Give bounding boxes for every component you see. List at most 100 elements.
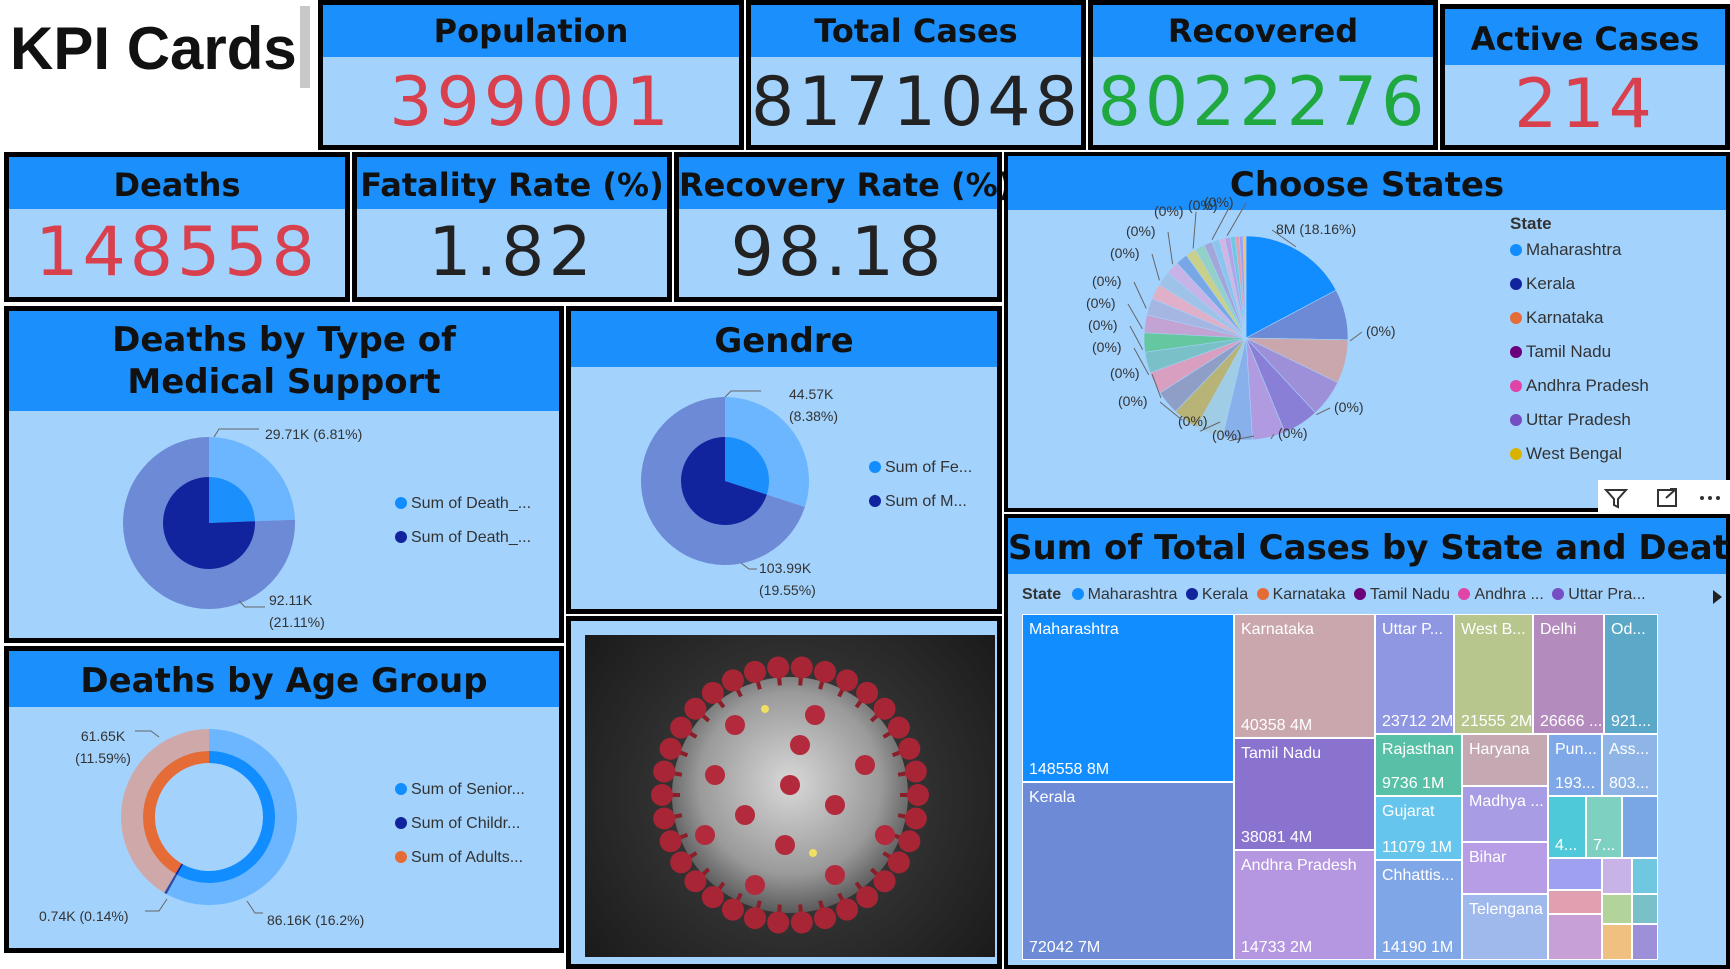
state-slice-label-11: (0%) xyxy=(1086,295,1116,311)
treemap-tile-name: Gujarat xyxy=(1382,803,1435,820)
filter-icon[interactable] xyxy=(1602,486,1630,510)
treemap-legend-andhra[interactable]: Andhra ... xyxy=(1458,586,1544,603)
gender-visual[interactable]: Gendre 44.57K (8.38%) 103.99K (19.55%) S… xyxy=(566,306,1002,614)
treemap-tile-value: 14190 1M xyxy=(1382,939,1454,956)
states-legend-item-6[interactable]: Uttar Pradesh xyxy=(1510,410,1631,430)
treemap-tile-value: 72042 7M xyxy=(1029,939,1101,956)
legend-next-arrow-icon[interactable] xyxy=(1710,588,1724,606)
treemap-small-tile-8[interactable] xyxy=(1548,914,1602,960)
treemap-tile-14[interactable]: Madhya ... xyxy=(1462,786,1548,842)
age-group-visual[interactable]: Deaths by Age Group 61.65K (11.59%) 0.74… xyxy=(4,646,564,953)
treemap-small-tile-7[interactable] xyxy=(1632,894,1658,924)
virus-spike xyxy=(721,669,744,692)
treemap-tile-17[interactable]: Pun... 193... xyxy=(1548,734,1602,796)
recovery-rate-card[interactable]: Recovery Rate (%) 98.18 xyxy=(674,152,1012,302)
active-cases-card[interactable]: Active Cases 214 xyxy=(1440,4,1730,150)
virus-spike xyxy=(790,656,813,679)
medical-legend-1[interactable]: Sum of Death_... xyxy=(395,495,531,513)
gender-legend-1[interactable]: Sum of Fe... xyxy=(869,459,972,477)
treemap-legend-tamil-nadu[interactable]: Tamil Nadu xyxy=(1353,586,1450,603)
treemap-tile-name: Od... xyxy=(1611,621,1646,638)
choose-states-visual[interactable]: Choose States 8M (18.16%) (0%) (0%) (0%) (0%… xyxy=(1004,152,1730,512)
virus-spike xyxy=(814,907,837,930)
treemap-tile-16[interactable]: Telengana xyxy=(1462,894,1548,960)
treemap-small-tile-10[interactable] xyxy=(1632,924,1658,960)
treemap-tile-8[interactable]: Delhi 26666 ... xyxy=(1533,614,1604,734)
treemap-legend-karnataka[interactable]: Karnataka xyxy=(1256,586,1346,603)
states-legend-item-5[interactable]: Andhra Pradesh xyxy=(1510,376,1649,396)
treemap-tile-value: 11079 1M xyxy=(1382,839,1452,856)
deaths-card[interactable]: Deaths 148558 xyxy=(4,152,350,302)
more-options-icon[interactable] xyxy=(1696,486,1724,510)
treemap-small-tile-5[interactable] xyxy=(1548,890,1602,914)
treemap-legend-kerala[interactable]: Kerala xyxy=(1185,586,1248,603)
virus-surface-spike xyxy=(875,825,895,845)
treemap-tile-7[interactable]: West B... 21555 2M xyxy=(1454,614,1533,734)
treemap-tile-11[interactable]: Gujarat 11079 1M xyxy=(1375,796,1462,860)
treemap-tile-1[interactable]: Maharashtra 148558 8M xyxy=(1022,614,1234,782)
treemap-tile-12[interactable]: Chhattis... 14190 1M xyxy=(1375,860,1462,960)
treemap-legend-title: State xyxy=(1022,586,1062,603)
state-slice-label-7: (0%) xyxy=(1118,393,1148,409)
treemap-tile-13[interactable]: Haryana xyxy=(1462,734,1548,786)
treemap-tile-20[interactable]: 7... xyxy=(1586,796,1622,858)
age-legend-adults[interactable]: Sum of Adults... xyxy=(395,849,523,867)
states-legend-item-3[interactable]: Karnataka xyxy=(1510,308,1604,328)
treemap-tile-18[interactable]: Ass... 803... xyxy=(1602,734,1658,796)
virus-spike xyxy=(767,911,790,934)
treemap-small-tile-9[interactable] xyxy=(1602,924,1632,960)
treemap-tile-5[interactable]: Andhra Pradesh 14733 2M xyxy=(1234,850,1375,960)
virus-surface-spike xyxy=(790,735,810,755)
treemap-visual[interactable]: Sum of Total Cases by State and Deaths S… xyxy=(1004,514,1730,969)
age-leader-2 xyxy=(145,898,168,912)
states-legend-item-7[interactable]: West Bengal xyxy=(1510,444,1622,464)
treemap-tile-name: Ass... xyxy=(1609,741,1650,758)
state-slice-label-9: (0%) xyxy=(1092,339,1122,355)
treemap-small-tile-2[interactable] xyxy=(1548,858,1602,890)
virus-spike xyxy=(856,886,879,909)
treemap-small-tile-3[interactable] xyxy=(1602,858,1632,894)
treemap-tile-9[interactable]: Od... 921... xyxy=(1604,614,1658,734)
gender-leader-2 xyxy=(740,562,757,570)
population-card[interactable]: Population 399001 xyxy=(318,0,744,150)
gender-legend-2[interactable]: Sum of M... xyxy=(869,493,967,511)
medical-legend-2[interactable]: Sum of Death_... xyxy=(395,529,531,547)
states-legend-item-1[interactable]: Maharashtra xyxy=(1510,240,1621,260)
treemap-tile-value: 921... xyxy=(1611,713,1652,730)
treemap-legend[interactable]: State Maharashtra Kerala Karnataka Tamil… xyxy=(1022,586,1646,604)
focus-mode-icon[interactable] xyxy=(1654,486,1682,510)
treemap-small-tile-6[interactable] xyxy=(1602,894,1632,924)
total-cases-card[interactable]: Total Cases 8171048 xyxy=(746,0,1086,150)
treemap-legend-maharashtra[interactable]: Maharashtra xyxy=(1071,586,1177,603)
virus-spike xyxy=(790,911,813,934)
treemap-tile-2[interactable]: Kerala 72042 7M xyxy=(1022,782,1234,960)
treemap-tile-value: 7... xyxy=(1593,837,1616,854)
virus-spike xyxy=(836,898,859,921)
state-slice-label-4: (0%) xyxy=(1278,425,1308,441)
states-legend-item-4[interactable]: Tamil Nadu xyxy=(1510,342,1611,362)
treemap-chart[interactable]: Maharashtra 148558 8M Kerala 72042 7M Karnat… xyxy=(1022,614,1722,960)
treemap-tile-15[interactable]: Bihar xyxy=(1462,842,1548,894)
treemap-small-tile-1[interactable] xyxy=(1622,796,1658,858)
fatality-rate-card[interactable]: Fatality Rate (%) 1.82 xyxy=(352,152,672,302)
treemap-tile-3[interactable]: Karnataka 40358 4M xyxy=(1234,614,1375,738)
states-legend-item-2[interactable]: Kerala xyxy=(1510,274,1575,294)
age-legend-seniors[interactable]: Sum of Senior... xyxy=(395,781,525,799)
age-legend-children[interactable]: Sum of Childr... xyxy=(395,815,520,833)
treemap-small-tile-4[interactable] xyxy=(1632,858,1658,894)
treemap-tile-4[interactable]: Tamil Nadu 38081 4M xyxy=(1234,738,1375,850)
treemap-legend-uttar[interactable]: Uttar Pra... xyxy=(1552,586,1646,603)
page-title: KPI Cards xyxy=(10,15,297,82)
state-slice-label-2: (0%) xyxy=(1366,323,1396,339)
treemap-tile-10[interactable]: Rajasthan 9736 1M xyxy=(1375,734,1462,796)
recovered-card[interactable]: Recovered 8022276 xyxy=(1088,0,1438,150)
medical-label-1: 29.71K (6.81%) xyxy=(265,426,363,442)
age-leader-3 xyxy=(246,900,263,914)
deaths-label: Deaths xyxy=(9,157,345,209)
treemap-tile-6[interactable]: Uttar P... 23712 2M xyxy=(1375,614,1454,734)
virus-spike xyxy=(701,681,724,704)
treemap-tile-19[interactable]: 4... xyxy=(1548,796,1586,858)
medical-support-visual[interactable]: Deaths by Type of Medical Support 29.71K… xyxy=(4,306,564,643)
fatality-rate-value: 1.82 xyxy=(428,213,596,292)
treemap-tile-value: 23712 2M xyxy=(1382,713,1454,730)
